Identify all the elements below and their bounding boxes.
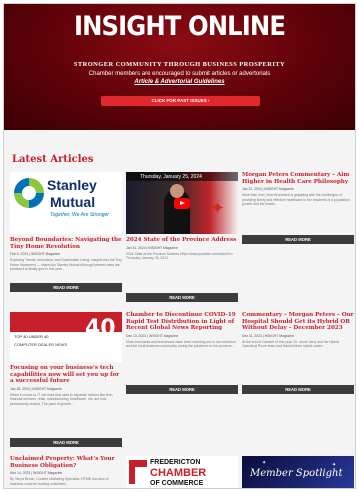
chamber-text: FREDERICTON [150,459,201,466]
read-more-button[interactable]: READ MORE [242,235,354,244]
article-video-thumbnail[interactable]: Thursday, January 25, 2024 ✦ [126,172,238,234]
hero-banner: INSIGHT ONLINE STRONGER COMMUNITY THROUG… [4,4,355,130]
read-more-button[interactable]: READ MORE [10,283,122,292]
article-image-forty-under-forty[interactable]: 40 TOP 40 UNDER 40 COMPUTER DEALER NEWS [10,312,122,362]
article-card: 40 TOP 40 UNDER 40 COMPUTER DEALER NEWS … [10,312,122,407]
read-more-button[interactable]: READ MORE [242,385,354,394]
article-excerpt: By Tanya Brown, Content Marketing Specia… [10,477,109,486]
article-card: Chamber to Discontinue COVID-19 Rapid Te… [126,312,238,349]
article-excerpt: 2024 State of the Province Address https… [126,251,234,261]
article-meta: Nov 14, 2023 | INSIGHT Magazine [10,471,63,476]
article-title[interactable]: Beyond Boundaries: Navigating the Tiny H… [10,237,122,250]
hero-tagline: STRONGER COMMUNITY THROUGH BUSINESS PROS… [73,61,286,68]
logo-text: Stanley [47,177,97,193]
article-card: ✦ ✦ Member Spotlight [242,456,354,488]
past-issues-button[interactable]: CLICK FOR PAST ISSUES › [101,96,260,106]
chamber-text: CHAMBER [150,467,207,479]
forty-sub: COMPUTER DEALER NEWS [14,342,68,347]
article-image-chamber[interactable]: FREDERICTON CHAMBER OF COMMERCE [126,456,238,488]
read-more-button[interactable]: READ MORE [10,438,122,447]
article-meta: Dec 11, 2023 | INSIGHT Magazine [242,333,295,338]
star-icon: ✦ [262,460,267,466]
article-excerpt: At the end of October of this year, Dr. … [242,339,339,349]
article-title[interactable]: Chamber to Discontinue COVID-19 Rapid Te… [126,312,238,332]
article-card: Stanley Mutual Together, We Are Stronger… [10,172,122,272]
article-title[interactable]: Morgan Peters Commentary – Aim Higher in… [242,172,354,185]
logo-text: Mutual [50,194,96,210]
chamber-text: OF COMMERCE [150,480,204,487]
maple-leaf-icon: ✦ [210,198,226,218]
site-logo-title[interactable]: INSIGHT ONLINE [22,11,338,42]
article-meta: Jan 22, 2024 | INSIGHT Magazine [242,187,294,192]
article-card: FREDERICTON CHAMBER OF COMMERCE [126,456,238,488]
article-card: Commentary – Morgan Peters – Our Hospita… [242,312,354,349]
article-card: Unclaimed Property: What’s Your Business… [10,456,122,486]
article-excerpt: When it comes to IT, the lines that used… [10,392,114,406]
guidelines-link[interactable]: Article & Advertorial Guidelines [4,79,355,85]
article-excerpt: Exploring Trends, Innovation, and Sustai… [10,258,122,272]
article-image-stanley-mutual[interactable]: Stanley Mutual Together, We Are Stronger [10,172,122,234]
article-image-member-spotlight[interactable]: ✦ ✦ Member Spotlight [242,456,354,488]
read-more-button[interactable]: READ MORE [126,385,238,394]
article-meta: Jan 31, 2024 | INSIGHT Magazine [126,245,178,250]
article-excerpt: More than ever, New Brunswick is grappli… [242,193,350,207]
play-icon[interactable] [174,198,190,209]
article-meta: Jan 18, 2024 | INSIGHT Magazine [10,386,62,391]
article-excerpt: Most merchants and businesses have been … [126,339,236,349]
read-more-button[interactable]: READ MORE [126,293,238,302]
section-title: Latest Articles [12,154,94,165]
forty-number: 40 [85,316,116,341]
chamber-logo-icon [129,460,147,485]
stanley-logo-icon [14,178,44,208]
article-card: Thursday, January 25, 2024 ✦ 2024 State … [126,172,238,261]
article-title[interactable]: Unclaimed Property: What’s Your Business… [10,456,122,469]
hero-subtitle: Chamber members are encouraged to submit… [88,71,271,77]
article-card: Morgan Peters Commentary – Aim Higher in… [242,172,354,207]
article-title[interactable]: Commentary – Morgan Peters – Our Hospita… [242,312,354,332]
spotlight-text: Member Spotlight [250,468,343,479]
video-date: Thursday, January 25, 2024 [140,174,202,180]
article-meta: Dec 13, 2023 | INSIGHT Magazine [126,333,179,338]
article-title[interactable]: Focusing on your business’s tech capabil… [10,365,122,385]
forty-banner: TOP 40 UNDER 40 [14,334,49,339]
logo-tagline: Together, We Are Stronger [50,212,110,218]
article-meta: Feb 6, 2024 | INSIGHT Magazine [10,252,61,257]
article-title[interactable]: 2024 State of the Province Address [126,237,238,244]
page-frame: INSIGHT ONLINE STRONGER COMMUNITY THROUG… [3,3,356,489]
